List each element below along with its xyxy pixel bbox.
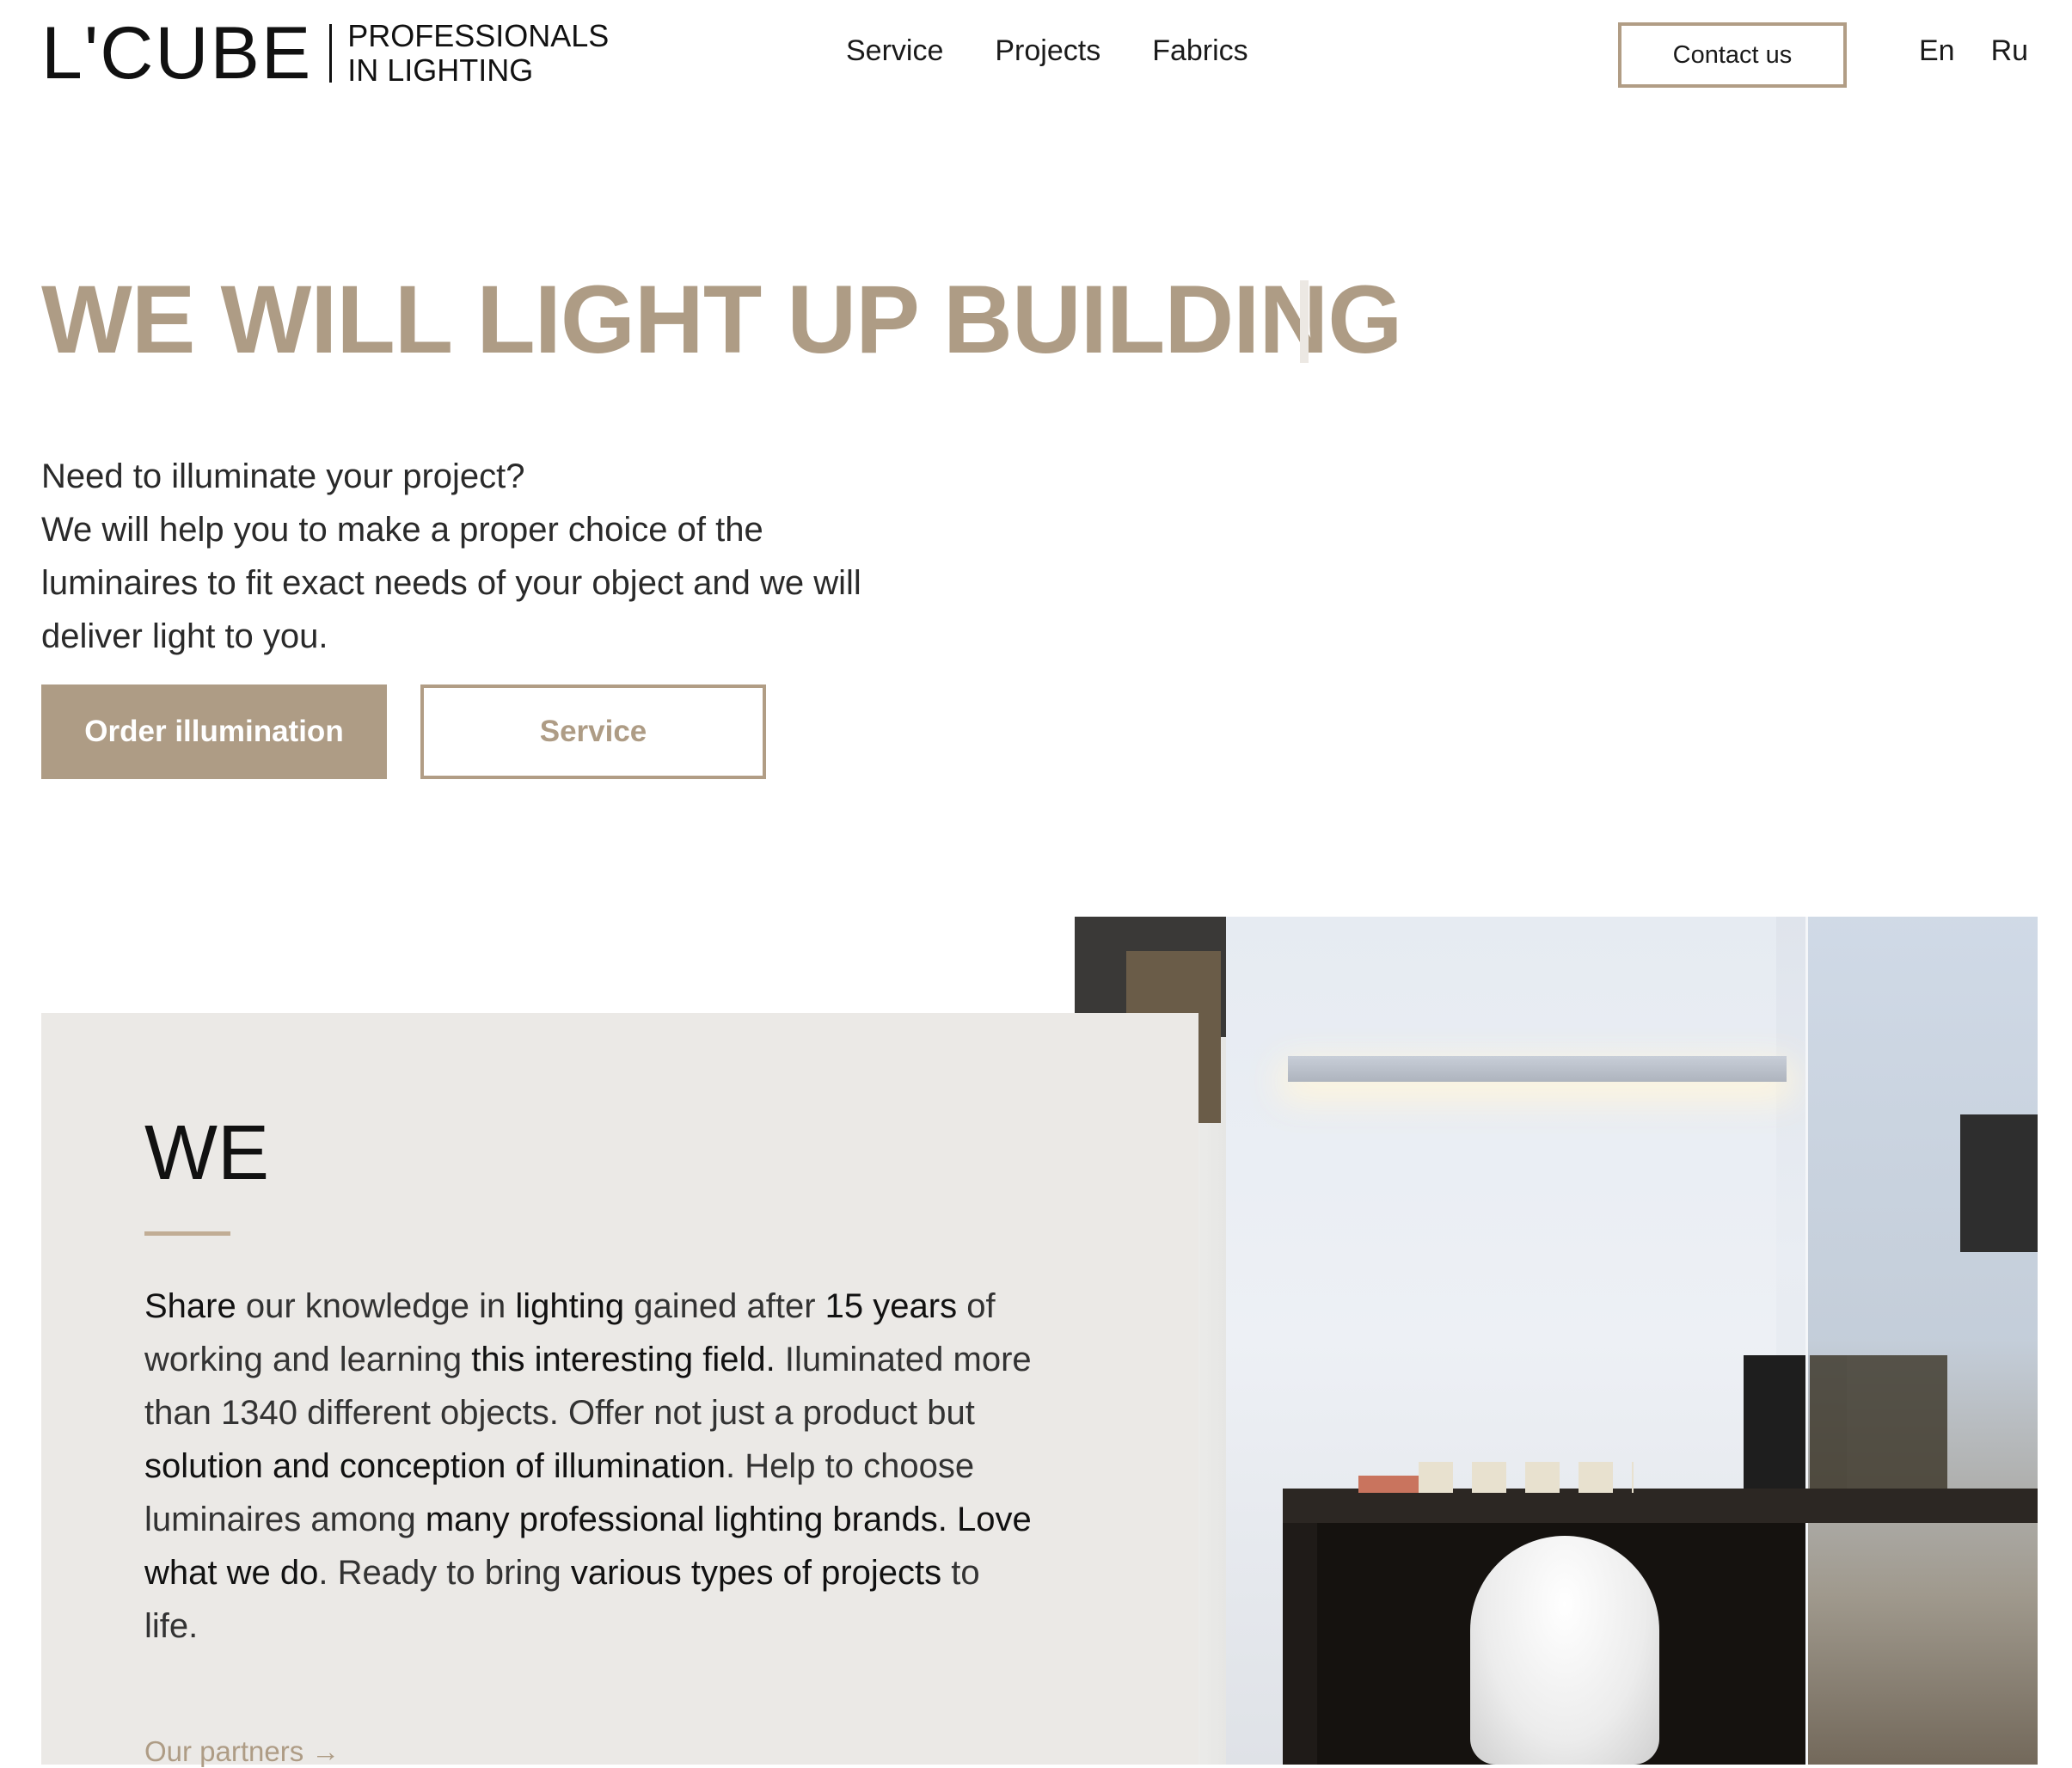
about-card: WE Share our knowledge in lighting gaine… — [41, 1013, 1198, 1768]
about-text-line: life. — [144, 1599, 1125, 1653]
lang-en[interactable]: En — [1919, 34, 1955, 68]
logo-divider — [329, 24, 333, 83]
hero-title: WE WILL LIGHT UP BUILDING — [41, 266, 1402, 373]
hero-text-line: Need to illuminate your project? — [41, 457, 525, 495]
about-title: WE — [144, 1110, 269, 1196]
photo-wall-lamp — [1288, 1056, 1787, 1082]
main-nav: Service Projects Fabrics — [846, 34, 1248, 68]
photo-desk-boxes — [1419, 1462, 1634, 1493]
lang-ru[interactable]: Ru — [1991, 34, 2028, 68]
order-illumination-button[interactable]: Order illumination — [41, 684, 387, 779]
nav-fabrics[interactable]: Fabrics — [1152, 34, 1247, 68]
photo-desk-top — [1283, 1489, 2038, 1523]
about-text-segment: life. — [144, 1607, 199, 1645]
photo-wall-cabinet — [1960, 1114, 2038, 1252]
hero-text-line: We will help you to make a proper choice… — [41, 511, 763, 549]
photo-desk-leg — [1283, 1523, 1317, 1765]
contact-us-button[interactable]: Contact us — [1618, 22, 1847, 88]
hero-text-line: deliver light to you. — [41, 617, 328, 655]
about-text-segment: of — [957, 1287, 996, 1325]
about-description: Share our knowledge in lighting gained a… — [144, 1280, 1125, 1653]
photo-glass-edge — [1805, 917, 1808, 1765]
photo-chair — [1470, 1536, 1659, 1765]
typing-caret — [1300, 280, 1309, 363]
about-text-emphasis: various types of projects — [570, 1554, 942, 1592]
hero-text-line: luminaires to fit exact needs of your ob… — [41, 564, 861, 602]
about-text-segment: our knowledge in — [236, 1287, 516, 1325]
about-title-underline — [144, 1231, 230, 1236]
about-text-line: Share our knowledge in lighting gained a… — [144, 1280, 1125, 1333]
about-text-segment: than 1340 different objects. Offer not j… — [144, 1394, 975, 1432]
about-text-line: solution and conception of illumination.… — [144, 1440, 1125, 1493]
logo-mark: L'CUBE — [41, 12, 313, 95]
nav-service[interactable]: Service — [846, 34, 943, 68]
nav-projects[interactable]: Projects — [995, 34, 1100, 68]
logo-tagline-line1: PROFESSIONALS — [347, 18, 610, 53]
about-text-segment: luminaires among — [144, 1501, 426, 1538]
about-text-emphasis: lighting — [515, 1287, 625, 1325]
about-text-emphasis: what we do — [144, 1554, 319, 1592]
hero-description: Need to illuminate your project? We will… — [41, 450, 935, 663]
about-text-emphasis: Share — [144, 1287, 236, 1325]
language-switcher: En Ru — [1919, 34, 2028, 68]
about-text-emphasis: this interesting field. — [471, 1341, 775, 1378]
our-partners-link[interactable]: Our partners → — [144, 1735, 340, 1768]
office-photo — [1075, 917, 2038, 1765]
logo[interactable]: L'CUBE PROFESSIONALS IN LIGHTING — [41, 12, 609, 95]
photo-glass-panel — [1805, 917, 2038, 1765]
about-text-segment: Iluminated more — [775, 1341, 1032, 1378]
about-text-segment: gained after — [624, 1287, 825, 1325]
about-text-emphasis: solution and conception of illumination — [144, 1447, 726, 1485]
about-text-line: than 1340 different objects. Offer not j… — [144, 1386, 1125, 1440]
about-text-segment: . Ready to bring — [318, 1554, 571, 1592]
about-text-segment: working and learning — [144, 1341, 472, 1378]
about-text-emphasis: many professional lighting brands. Love — [425, 1501, 1032, 1538]
about-text-segment: to — [941, 1554, 980, 1592]
about-text-emphasis: 15 years — [825, 1287, 958, 1325]
about-text-line: luminaires among many professional light… — [144, 1493, 1125, 1546]
logo-tagline-line2: IN LIGHTING — [347, 52, 534, 88]
about-text-line: working and learning this interesting fi… — [144, 1333, 1125, 1386]
photo-monitor-reflection — [1810, 1355, 1947, 1493]
logo-tagline: PROFESSIONALS IN LIGHTING — [347, 19, 609, 88]
service-button[interactable]: Service — [420, 684, 766, 779]
about-text-segment: . Help to choose — [726, 1447, 975, 1485]
about-text-line: what we do. Ready to bring various types… — [144, 1546, 1125, 1599]
